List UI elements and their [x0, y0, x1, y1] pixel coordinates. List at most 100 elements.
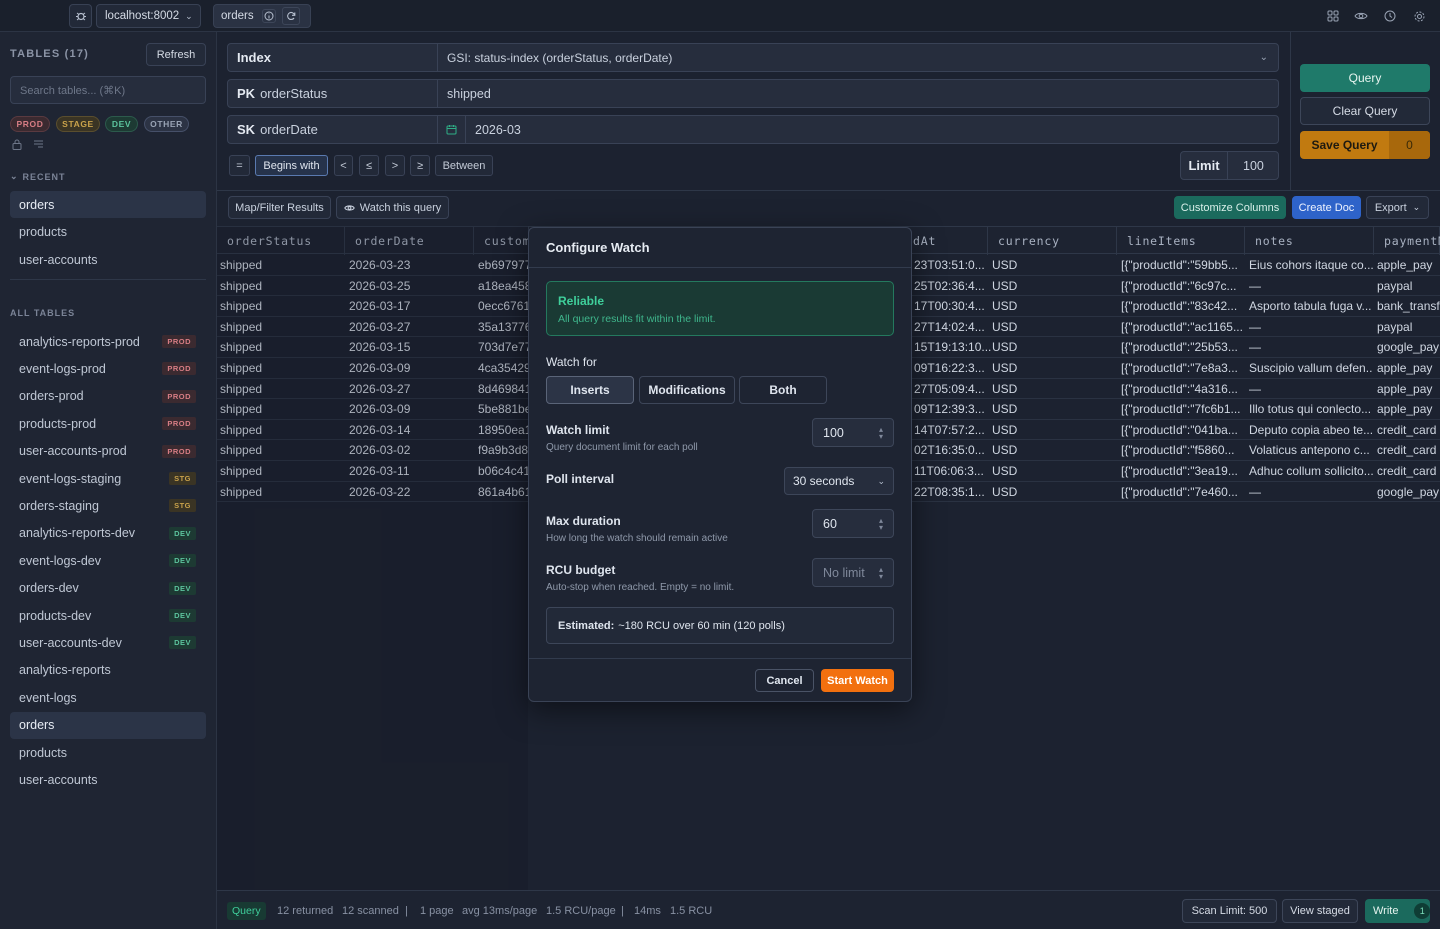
table-cell-currency: USD: [992, 319, 1018, 334]
table-item-user-accounts[interactable]: user-accounts: [10, 766, 206, 793]
inserts-option[interactable]: Inserts: [546, 376, 634, 404]
table-item-event-logs-prod[interactable]: event-logs-prod PROD: [10, 355, 206, 382]
map-filter-button[interactable]: Map/Filter Results: [228, 196, 331, 219]
table-cell-dAt: 22T08:35:1...: [914, 484, 985, 499]
reliable-title: Reliable: [558, 294, 605, 308]
host-select[interactable]: localhost:8002 ⌄: [96, 4, 201, 28]
pk-label: PK orderStatus: [228, 80, 438, 107]
column-header-dAt[interactable]: dAt: [903, 227, 988, 255]
poll-interval-select[interactable]: 30 seconds ⌄: [784, 467, 894, 495]
recent-item-products[interactable]: products: [10, 219, 206, 246]
recent-item-orders[interactable]: orders: [10, 191, 206, 218]
table-cell-notes: —: [1249, 381, 1261, 396]
status-separator: |: [405, 905, 408, 917]
table-item-analytics-reports-prod[interactable]: analytics-reports-prod PROD: [10, 328, 206, 355]
table-item-orders[interactable]: orders: [10, 711, 206, 739]
reload-icon[interactable]: [281, 7, 300, 25]
table-cell-lineItems: [{"productId":"7fc6b1...: [1121, 402, 1241, 417]
op-begins-with-button[interactable]: Begins with: [255, 155, 328, 176]
both-option[interactable]: Both: [739, 376, 827, 404]
table-item-products[interactable]: products: [10, 739, 206, 766]
tab-label: orders: [221, 10, 254, 22]
search-tables-input[interactable]: Search tables... (⌘K): [10, 76, 206, 104]
table-cell-dAt: 14T07:57:2...: [914, 422, 985, 437]
clock-icon[interactable]: [1382, 8, 1398, 24]
table-item-event-logs[interactable]: event-logs: [10, 684, 206, 711]
op-lte-button[interactable]: ≤: [359, 155, 379, 176]
watch-limit-input[interactable]: 100 ▴ ▾: [812, 418, 894, 447]
table-item-analytics-reports-dev[interactable]: analytics-reports-dev DEV: [10, 520, 206, 547]
table-cell-currency: USD: [992, 402, 1018, 417]
calendar-icon[interactable]: [438, 116, 466, 143]
modal-backdrop: [217, 226, 528, 890]
table-item-user-accounts-prod[interactable]: user-accounts-prod PROD: [10, 438, 206, 465]
op-between-button[interactable]: Between: [435, 155, 493, 176]
index-select[interactable]: Index GSI: status-index (orderStatus, or…: [227, 43, 1279, 72]
column-header-paymentM[interactable]: paymentM: [1374, 227, 1440, 255]
clear-query-button[interactable]: Clear Query: [1300, 97, 1430, 125]
table-item-orders-staging[interactable]: orders-staging STG: [10, 492, 206, 519]
lock-icon[interactable]: [12, 139, 22, 153]
table-cell-currency: USD: [992, 299, 1018, 314]
column-header-notes[interactable]: notes: [1245, 227, 1374, 255]
op-gte-button[interactable]: ≥: [410, 155, 430, 176]
write-button[interactable]: Write 1: [1365, 899, 1430, 923]
create-doc-button[interactable]: Create Doc: [1292, 196, 1361, 219]
command-icon[interactable]: [1325, 8, 1341, 24]
query-button[interactable]: Query: [1300, 64, 1430, 92]
pk-row: PK orderStatus shipped: [227, 79, 1279, 108]
tab-orders[interactable]: orders: [213, 4, 311, 28]
table-cell-paymentM: apple_pay: [1377, 381, 1433, 396]
table-cell-dAt: 27T14:02:4...: [914, 319, 985, 334]
table-item-orders-prod[interactable]: orders-prod PROD: [10, 383, 206, 410]
table-item-analytics-reports[interactable]: analytics-reports: [10, 657, 206, 684]
op-lt-button[interactable]: <: [334, 155, 353, 176]
max-duration-input[interactable]: 60 ▴ ▾: [812, 509, 894, 538]
column-header-lineItems[interactable]: lineItems: [1117, 227, 1245, 255]
filter-icon[interactable]: [33, 139, 44, 153]
cancel-button[interactable]: Cancel: [755, 669, 814, 692]
table-cell-lineItems: [{"productId":"4a316...: [1121, 381, 1238, 396]
table-item-orders-dev[interactable]: orders-dev DEV: [10, 575, 206, 602]
filter-chip-other[interactable]: OTHER: [144, 116, 189, 132]
sk-input[interactable]: 2026-03: [466, 123, 1278, 137]
scan-limit-button[interactable]: Scan Limit: 500: [1182, 899, 1277, 923]
modifications-option[interactable]: Modifications: [639, 376, 735, 404]
op-gt-button[interactable]: >: [385, 155, 405, 176]
reliable-desc: All query results fit within the limit.: [558, 313, 716, 325]
debug-button[interactable]: [69, 4, 92, 28]
column-header-currency[interactable]: currency: [988, 227, 1117, 255]
filter-chip-dev[interactable]: DEV: [105, 116, 138, 132]
refresh-button[interactable]: Refresh: [146, 43, 206, 66]
stepper-icon[interactable]: ▴ ▾: [877, 426, 885, 441]
recent-heading[interactable]: ⌄ RECENT: [10, 171, 66, 182]
gear-icon[interactable]: [1411, 8, 1427, 24]
start-watch-button[interactable]: Start Watch: [821, 669, 894, 692]
limit-field[interactable]: Limit 100: [1180, 151, 1279, 180]
table-item-products-dev[interactable]: products-dev DEV: [10, 602, 206, 629]
stepper-icon[interactable]: ▴ ▾: [877, 566, 885, 581]
table-item-user-accounts-dev[interactable]: user-accounts-dev DEV: [10, 629, 206, 656]
filter-chip-stage[interactable]: STAGE: [56, 116, 100, 132]
table-item-event-logs-staging[interactable]: event-logs-staging STG: [10, 465, 206, 492]
export-button[interactable]: Export ⌄: [1366, 196, 1429, 219]
pk-input[interactable]: shipped: [438, 87, 1278, 101]
table-cell-lineItems: [{"productId":"041ba...: [1121, 422, 1238, 437]
info-icon[interactable]: [261, 9, 276, 23]
op-equals-button[interactable]: =: [229, 155, 250, 176]
table-cell-paymentM: google_pay: [1377, 484, 1440, 499]
watch-query-button[interactable]: Watch this query: [336, 196, 449, 219]
table-item-products-prod[interactable]: products-prod PROD: [10, 410, 206, 437]
rcu-budget-input[interactable]: No limit ▴ ▾: [812, 558, 894, 587]
estimate-value: ~180 RCU over 60 min (120 polls): [618, 619, 785, 632]
customize-columns-button[interactable]: Customize Columns: [1174, 196, 1286, 219]
stepper-icon[interactable]: ▴ ▾: [877, 517, 885, 532]
table-cell-dAt: 15T19:13:10...: [914, 340, 992, 355]
save-query-button[interactable]: Save Query 0: [1300, 131, 1430, 159]
recent-item-user-accounts[interactable]: user-accounts: [10, 246, 206, 273]
table-item-event-logs-dev[interactable]: event-logs-dev DEV: [10, 547, 206, 574]
view-staged-button[interactable]: View staged: [1282, 899, 1358, 923]
eye-icon[interactable]: [1353, 8, 1369, 24]
limit-input[interactable]: 100: [1228, 159, 1264, 173]
filter-chip-prod[interactable]: PROD: [10, 116, 50, 132]
